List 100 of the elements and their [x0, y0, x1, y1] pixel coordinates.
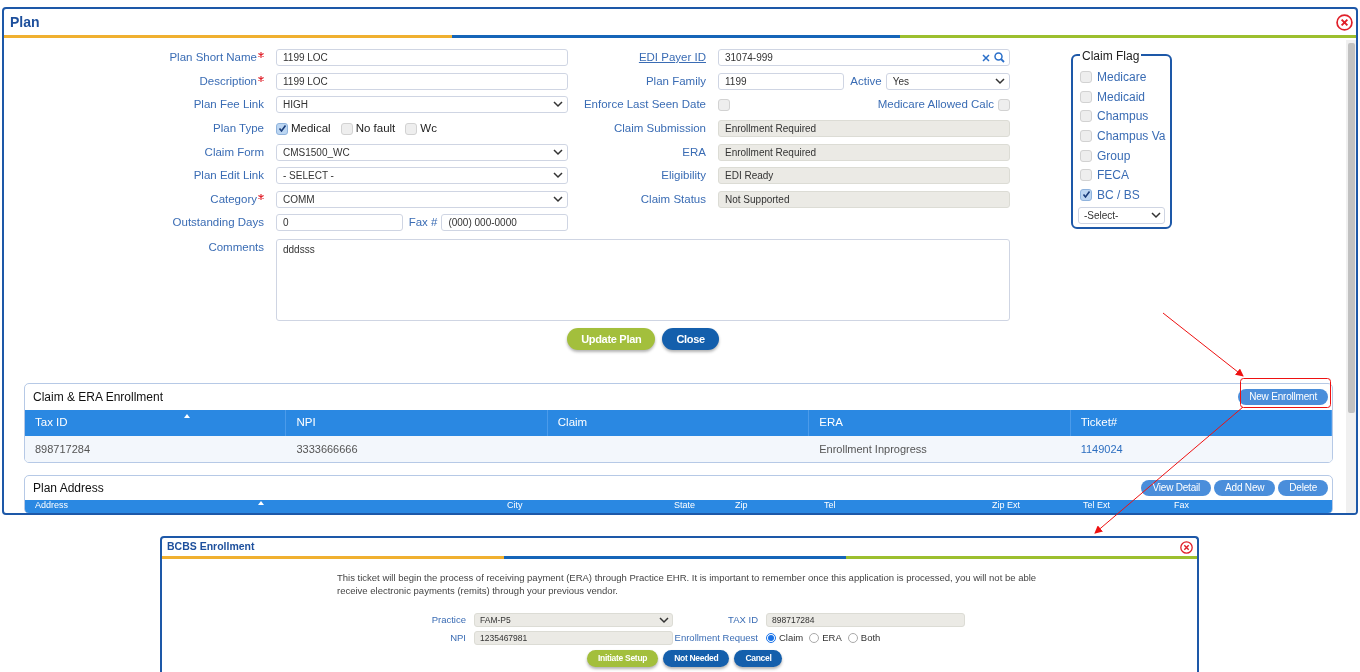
field-label: Claim Form: [204, 144, 264, 160]
input-field[interactable]: 1199: [718, 72, 845, 90]
dropdown[interactable]: CMS1500_WC: [276, 143, 568, 161]
checkbox-label: No fault: [355, 120, 396, 136]
checkbox[interactable]: [998, 99, 1010, 111]
checkbox-label: Group: [1097, 147, 1131, 165]
checkbox-label: Medicaid: [1097, 88, 1146, 106]
checkbox-label: BC / BS: [1097, 186, 1140, 204]
radio-button[interactable]: [847, 633, 858, 643]
readonly-field: EDI Ready: [718, 167, 1010, 185]
column-header[interactable]: NPI: [296, 414, 316, 432]
checkbox[interactable]: [1080, 149, 1092, 162]
comments-field[interactable]: dddsss: [276, 238, 1010, 321]
dropdown[interactable]: COMM: [276, 190, 568, 208]
radio-button[interactable]: [766, 633, 776, 643]
input-field[interactable]: 1199 LOC: [276, 72, 568, 90]
checkbox[interactable]: [1080, 110, 1092, 123]
field-label: Fax #: [407, 215, 439, 231]
input-field[interactable]: 0: [276, 214, 403, 232]
checkbox[interactable]: [1080, 129, 1092, 142]
checkbox-label: Medical: [291, 120, 331, 136]
button[interactable]: Close: [662, 327, 719, 350]
column-header[interactable]: Zip Ext: [992, 499, 1020, 511]
input-field[interactable]: (000) 000-0000: [441, 214, 568, 232]
input-field[interactable]: 1199 LOC: [276, 49, 568, 67]
dropdown-value: COMM: [283, 192, 315, 207]
chevron-down-icon: [659, 616, 669, 624]
dropdown-value: HIGH: [283, 98, 308, 113]
info-message: This ticket will begin the process of receiving payment (ERA) through Practice EHR. It is important to remember once this application is processed, you will not be able receive electronic payments (remits) through your previous vendor.: [337, 571, 1037, 597]
checkbox[interactable]: [405, 122, 418, 135]
table-cell-text: 3333666666: [296, 441, 358, 457]
chevron-down-icon: [553, 101, 563, 109]
radio-label: Both: [860, 630, 881, 645]
table-cell-text: 898717284: [35, 441, 91, 457]
button[interactable]: Not Needed: [663, 650, 730, 667]
close-icon[interactable]: [1336, 13, 1353, 31]
field-link[interactable]: EDI Payer ID: [638, 49, 706, 67]
column-header[interactable]: City: [507, 499, 523, 511]
readonly-field: 898717284: [766, 613, 965, 627]
search-field[interactable]: 31074-999: [718, 49, 1010, 67]
checkbox[interactable]: [1080, 169, 1092, 182]
button[interactable]: New Enrollment: [1238, 388, 1328, 405]
panel-title: Plan Address: [33, 479, 105, 497]
dialog-title: BCBS Enrollment: [167, 539, 256, 555]
field-label: Plan Edit Link: [193, 168, 264, 184]
table-cell-text: Enrollment Inprogress: [819, 441, 927, 457]
close-icon[interactable]: [1180, 540, 1193, 554]
dropdown-value: CMS1500_WC: [283, 145, 350, 160]
button[interactable]: Delete: [1278, 479, 1328, 496]
column-header[interactable]: Claim: [557, 414, 588, 432]
field-label: Category: [210, 191, 257, 207]
checkbox[interactable]: [718, 99, 730, 111]
readonly-field: Enrollment Required: [718, 143, 1010, 161]
checkbox[interactable]: [276, 122, 288, 135]
column-header[interactable]: Fax: [1174, 499, 1189, 511]
field-label: ERA: [682, 144, 706, 160]
ticket-link[interactable]: 1149024: [1080, 440, 1123, 457]
checkbox[interactable]: [1080, 70, 1092, 83]
column-header[interactable]: ERA: [819, 414, 843, 432]
checkbox-label: Champus Va: [1097, 127, 1166, 145]
checkbox-label: Wc: [420, 120, 437, 136]
field-label: Enforce Last Seen Date: [583, 97, 706, 113]
checkbox[interactable]: [1080, 188, 1092, 201]
field-label: Plan Short Name: [169, 50, 257, 66]
column-header[interactable]: Address: [35, 499, 69, 511]
column-header[interactable]: Ticket#: [1080, 414, 1118, 432]
dropdown-value: FAM-P5: [480, 613, 511, 627]
search-field-value: 31074-999: [725, 51, 774, 66]
field-label: Claim Submission: [613, 120, 706, 136]
column-header[interactable]: Tel: [824, 499, 836, 511]
radio-button[interactable]: [809, 633, 820, 643]
dropdown[interactable]: - SELECT -: [276, 167, 568, 185]
dropdown[interactable]: Yes: [885, 72, 1010, 90]
button[interactable]: Add New: [1214, 479, 1276, 496]
chevron-down-icon: [553, 195, 563, 203]
readonly-field: Not Supported: [718, 190, 1010, 208]
column-header[interactable]: Tel Ext: [1083, 499, 1110, 511]
field-label: Plan Fee Link: [193, 97, 264, 113]
column-header[interactable]: Zip: [735, 499, 748, 511]
readonly-field: 1235467981: [474, 631, 673, 645]
dropdown-value: Yes: [892, 74, 909, 89]
column-header[interactable]: Tax ID: [35, 414, 68, 432]
button[interactable]: Cancel: [734, 650, 783, 667]
dropdown-value: - SELECT -: [283, 169, 334, 184]
field-label: Eligibility: [661, 168, 706, 184]
field-label: TAX ID: [728, 612, 758, 627]
chevron-down-icon: [553, 172, 563, 180]
checkbox[interactable]: [340, 122, 353, 135]
scrollbar[interactable]: [1346, 40, 1356, 513]
field-label: Outstanding Days: [172, 215, 264, 231]
table-row[interactable]: 898717284 3333666666 Enrollment Inprogress 1149024: [25, 435, 1332, 462]
radio-label: Claim: [779, 630, 804, 645]
checkbox[interactable]: [1080, 90, 1092, 103]
dropdown[interactable]: FAM-P5: [474, 613, 673, 627]
button[interactable]: View Detail: [1141, 479, 1212, 496]
field-label: Enrollment Request: [674, 630, 758, 645]
dropdown[interactable]: -Select-: [1078, 206, 1165, 224]
column-header[interactable]: State: [674, 499, 695, 511]
dropdown[interactable]: HIGH: [276, 96, 568, 114]
chevron-down-icon: [553, 148, 563, 156]
